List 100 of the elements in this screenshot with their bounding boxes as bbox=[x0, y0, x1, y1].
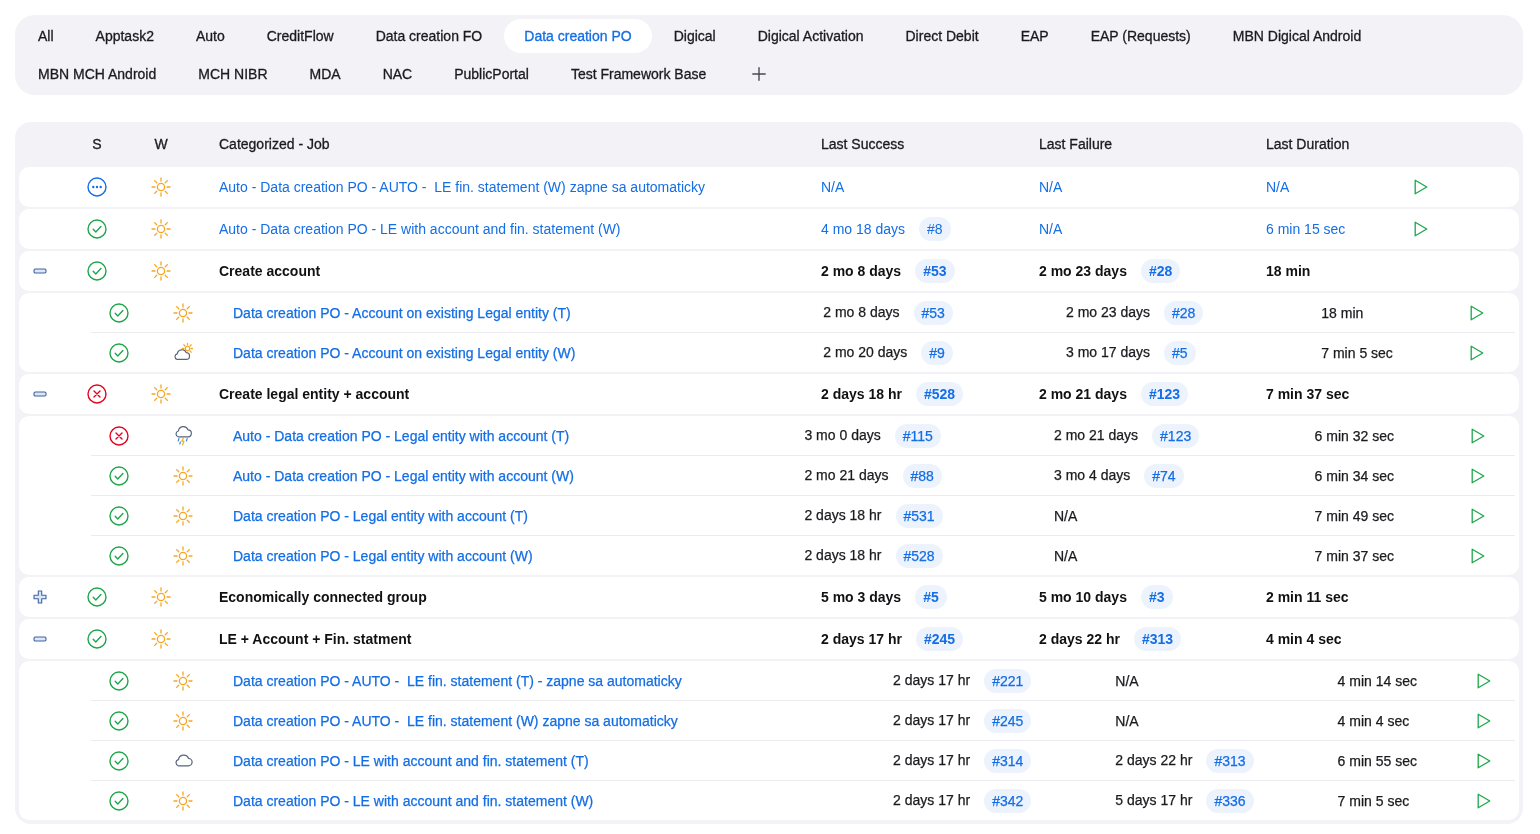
build-number-link[interactable]: #74 bbox=[1144, 463, 1184, 488]
view-tab[interactable]: NAC bbox=[362, 57, 433, 91]
play-icon[interactable] bbox=[1469, 304, 1484, 321]
build-number-link[interactable]: #53 bbox=[913, 300, 953, 325]
build-number-link[interactable]: #28 bbox=[1164, 300, 1204, 325]
build-number-link[interactable]: #528 bbox=[895, 543, 943, 568]
last-success-time: 2 days 18 hr bbox=[804, 546, 882, 563]
view-tab[interactable]: All bbox=[18, 19, 74, 53]
build-number-link[interactable]: #115 bbox=[894, 423, 941, 448]
last-success-time: 2 days 17 hr bbox=[893, 711, 971, 728]
view-tab[interactable]: Test Framework Base bbox=[550, 57, 727, 91]
job-link[interactable]: Data creation PO - Account on existing Legal entity (T) bbox=[233, 304, 571, 321]
last-duration: 7 min 49 sec bbox=[1314, 507, 1394, 524]
view-tab[interactable]: Data creation FO bbox=[355, 19, 503, 53]
build-number-link[interactable]: #342 bbox=[984, 788, 1032, 813]
view-tab[interactable]: PublicPortal bbox=[434, 57, 549, 91]
last-duration: 6 min 15 sec bbox=[1266, 221, 1346, 237]
build-number-link[interactable]: #528 bbox=[915, 382, 964, 406]
last-duration: 4 min 14 sec bbox=[1337, 672, 1417, 689]
build-number-link[interactable]: #53 bbox=[915, 259, 955, 283]
build-number-link[interactable]: #5 bbox=[915, 585, 947, 609]
view-tab[interactable]: Data creation PO bbox=[504, 19, 652, 53]
column-header: Categorized - Job bbox=[218, 135, 331, 152]
last-duration: N/A bbox=[1266, 179, 1290, 195]
build-number-link[interactable]: #3 bbox=[1140, 585, 1173, 609]
view-tab[interactable]: MCH NIBR bbox=[178, 57, 288, 91]
view-tab[interactable]: CreditFlow bbox=[246, 19, 354, 53]
play-icon[interactable] bbox=[1477, 792, 1492, 809]
last-success-time: 2 days 17 hr bbox=[821, 631, 902, 647]
job-link[interactable]: Auto - Data creation PO - LE with account and fin. statement (W) bbox=[219, 221, 621, 237]
view-tab[interactable]: MBN MCH Android bbox=[18, 57, 177, 91]
job-link[interactable]: Data creation PO - Legal entity with account (W) bbox=[233, 547, 533, 564]
play-icon[interactable] bbox=[1477, 752, 1492, 769]
last-success-time: 2 days 17 hr bbox=[893, 791, 971, 808]
view-tab[interactable]: EAP bbox=[1000, 19, 1069, 53]
build-number-link[interactable]: #221 bbox=[984, 668, 1032, 693]
last-duration: 4 min 4 sec bbox=[1266, 631, 1342, 647]
add-tab-plus-icon[interactable] bbox=[752, 67, 767, 81]
build-number-link[interactable]: #9 bbox=[921, 340, 953, 365]
last-failure-time: N/A bbox=[1039, 179, 1063, 195]
job-link[interactable]: Data creation PO - Legal entity with account (T) bbox=[233, 507, 528, 524]
play-icon[interactable] bbox=[1477, 672, 1492, 689]
build-number-link[interactable]: #8 bbox=[919, 217, 951, 241]
play-icon[interactable] bbox=[1471, 467, 1486, 484]
play-icon[interactable] bbox=[1477, 712, 1492, 729]
last-success-time: 2 days 17 hr bbox=[893, 751, 971, 768]
view-tab[interactable]: Direct Debit bbox=[885, 19, 999, 53]
build-number-link[interactable]: #5 bbox=[1164, 340, 1196, 365]
build-number-link[interactable]: #336 bbox=[1206, 788, 1254, 813]
build-number-link[interactable]: #314 bbox=[984, 748, 1032, 773]
build-number-link[interactable]: #313 bbox=[1206, 748, 1254, 773]
job-link[interactable]: Data creation PO - LE with account and fin. statement (T) bbox=[233, 752, 589, 769]
job-link[interactable]: Auto - Data creation PO - AUTO - LE fin. statement (W) zapne sa automaticky bbox=[219, 179, 706, 195]
last-success-time: 2 mo 8 days bbox=[823, 303, 900, 320]
column-header: W bbox=[154, 135, 168, 152]
view-tab[interactable]: MBN Digical Android bbox=[1212, 19, 1382, 53]
view-tab[interactable]: Apptask2 bbox=[75, 19, 174, 53]
play-icon[interactable] bbox=[1471, 507, 1486, 524]
last-duration: 7 min 5 sec bbox=[1321, 344, 1393, 361]
last-failure-time: 5 days 17 hr bbox=[1115, 791, 1193, 808]
build-number-link[interactable]: #88 bbox=[902, 463, 942, 488]
view-tab[interactable]: Digical bbox=[653, 19, 736, 53]
job-link[interactable]: Data creation PO - LE with account and fin. statement (W) bbox=[233, 792, 594, 809]
column-header: S bbox=[92, 135, 102, 152]
build-number-link[interactable]: #123 bbox=[1152, 423, 1200, 448]
view-tab[interactable]: Auto bbox=[175, 19, 245, 53]
last-failure-time: N/A bbox=[1054, 547, 1078, 564]
build-number-link[interactable]: #245 bbox=[915, 627, 964, 651]
last-duration: 6 min 34 sec bbox=[1314, 467, 1394, 484]
play-icon[interactable] bbox=[1471, 427, 1486, 444]
build-number-link[interactable]: #245 bbox=[984, 708, 1032, 733]
last-failure-time: N/A bbox=[1054, 507, 1078, 524]
last-duration: 4 min 4 sec bbox=[1337, 712, 1410, 729]
build-number-link[interactable]: #313 bbox=[1133, 627, 1182, 651]
group-name: Create legal entity + account bbox=[219, 386, 410, 402]
last-success-time: 2 mo 21 days bbox=[804, 466, 889, 483]
job-link[interactable]: Auto - Data creation PO - Legal entity with account (T) bbox=[233, 427, 570, 444]
view-tab[interactable]: Digical Activation bbox=[737, 19, 884, 53]
group-name: Create account bbox=[219, 263, 321, 279]
last-failure-time: N/A bbox=[1115, 712, 1139, 729]
last-failure-time: 3 mo 4 days bbox=[1054, 466, 1131, 483]
view-tab[interactable]: EAP (Requests) bbox=[1070, 19, 1211, 53]
play-icon[interactable] bbox=[1414, 179, 1428, 195]
play-icon[interactable] bbox=[1469, 344, 1484, 361]
plus-icon[interactable] bbox=[33, 590, 47, 604]
last-failure-time: N/A bbox=[1039, 221, 1063, 237]
job-link[interactable]: Data creation PO - AUTO - LE fin. statement (T) - zapne sa automaticky bbox=[233, 672, 682, 689]
view-tab[interactable]: MDA bbox=[289, 57, 361, 91]
job-link[interactable]: Data creation PO - AUTO - LE fin. statement (W) zapne sa automaticky bbox=[233, 712, 678, 729]
last-failure-time: N/A bbox=[1115, 672, 1139, 689]
job-link[interactable]: Data creation PO - Account on existing Legal entity (W) bbox=[233, 344, 576, 361]
job-link[interactable]: Auto - Data creation PO - Legal entity with account (W) bbox=[233, 467, 574, 484]
last-success-time: 2 mo 8 days bbox=[821, 263, 902, 279]
last-failure-time: 2 mo 21 days bbox=[1054, 426, 1139, 443]
last-success-time: N/A bbox=[821, 179, 845, 195]
build-number-link[interactable]: #531 bbox=[895, 503, 943, 528]
play-icon[interactable] bbox=[1414, 221, 1428, 237]
build-number-link[interactable]: #123 bbox=[1140, 382, 1189, 406]
build-number-link[interactable]: #28 bbox=[1140, 259, 1181, 283]
play-icon[interactable] bbox=[1471, 547, 1486, 564]
